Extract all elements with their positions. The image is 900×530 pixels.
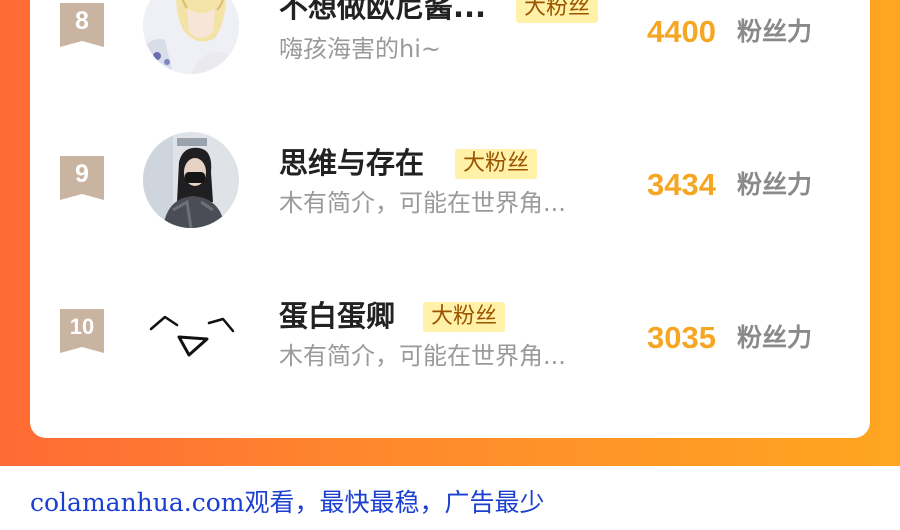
ranking-row-9[interactable]: 9 思维与存在 大粉丝 木有简介，可能在世界角... 3434 粉丝力 — [30, 130, 870, 250]
user-avatar[interactable] — [143, 285, 239, 381]
fan-level-badge: 大粉丝 — [423, 302, 506, 332]
user-name[interactable]: 思维与存在 — [279, 146, 424, 180]
masked-person-photo-avatar-icon — [143, 132, 239, 228]
user-bio: 木有简介，可能在世界角... — [279, 342, 566, 370]
fan-power-score: 3434 — [647, 167, 716, 202]
user-avatar[interactable] — [143, 0, 239, 74]
anime-blonde-character-avatar-icon — [143, 0, 239, 74]
fan-power-label: 粉丝力 — [737, 17, 813, 46]
fan-power-score: 4400 — [647, 14, 716, 49]
rank-badge: 10 — [60, 309, 104, 353]
fan-power-score: 3035 — [647, 320, 716, 355]
ranking-row-8[interactable]: 8 不想做欧尼酱... 大粉丝 嗨孩海害的hi~ 4400 粉丝力 — [30, 0, 870, 100]
rank-badge: 8 — [60, 3, 104, 47]
watermark-footer-text: colamanhua.com观看，最快最稳，广告最少 — [30, 488, 545, 517]
fan-power-label: 粉丝力 — [737, 170, 813, 199]
ranking-card: 8 不想做欧尼酱... 大粉丝 嗨孩海害的hi~ 4400 粉丝力 9 思维与存… — [30, 0, 870, 438]
ranking-row-10[interactable]: 10 蛋白蛋卿 大粉丝 木有简介，可能在世界角... 3035 粉丝力 — [30, 283, 870, 403]
doodle-face-avatar-icon — [143, 285, 239, 381]
fan-level-badge: 大粉丝 — [516, 0, 599, 23]
user-avatar[interactable] — [143, 132, 239, 228]
rank-badge: 9 — [60, 156, 104, 200]
ranking-background: 8 不想做欧尼酱... 大粉丝 嗨孩海害的hi~ 4400 粉丝力 9 思维与存… — [0, 0, 900, 466]
fan-level-badge: 大粉丝 — [455, 149, 538, 179]
user-name[interactable]: 蛋白蛋卿 — [279, 299, 395, 333]
rank-number: 10 — [69, 314, 95, 339]
fan-power-label: 粉丝力 — [737, 323, 813, 352]
user-name[interactable]: 不想做欧尼酱... — [279, 0, 486, 24]
user-bio: 木有简介，可能在世界角... — [279, 189, 566, 217]
rank-number: 8 — [75, 7, 89, 35]
user-bio: 嗨孩海害的hi~ — [279, 35, 441, 63]
rank-number: 9 — [75, 160, 89, 188]
